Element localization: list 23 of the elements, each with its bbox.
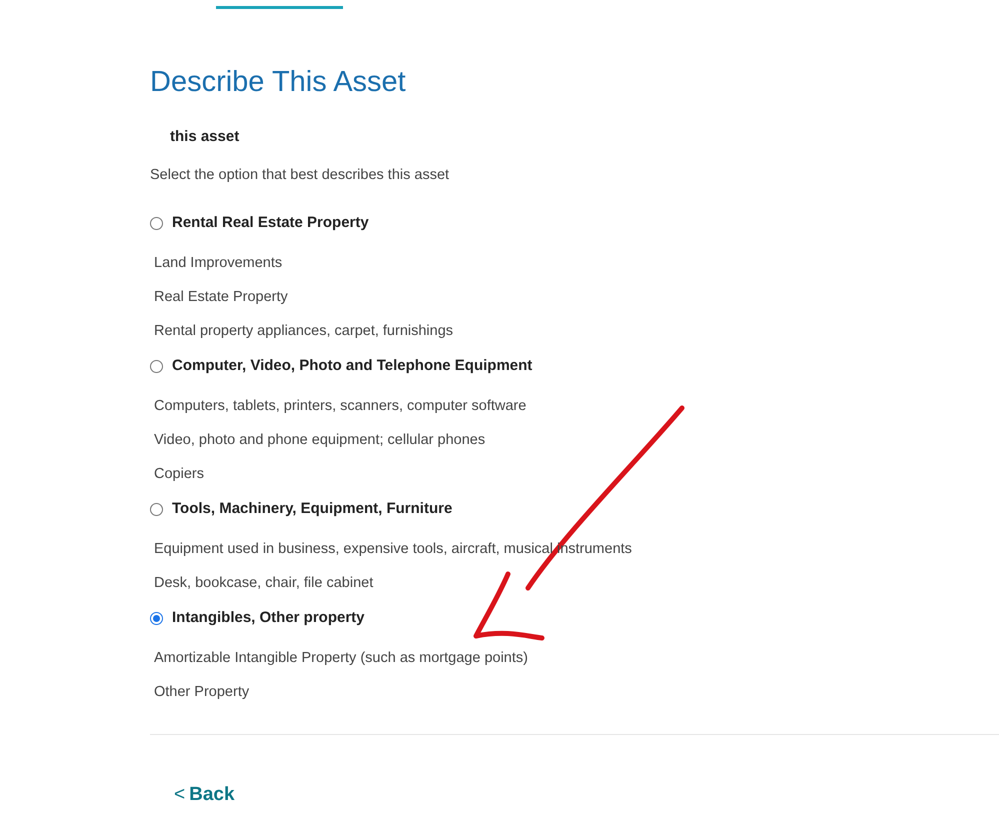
option-label[interactable]: Rental Real Estate Property xyxy=(172,212,369,234)
option-description: Real Estate Property xyxy=(154,288,288,308)
option-label[interactable]: Intangibles, Other property xyxy=(172,606,365,630)
option-description: Amortizable Intangible Property (such as mortgage points) xyxy=(154,649,528,668)
option-description: Computers, tablets, printers, scanners, computer software xyxy=(154,397,526,416)
back-button[interactable]: < Back xyxy=(174,781,235,810)
option-description: Land Improvements xyxy=(154,254,282,274)
option-description: Desk, bookcase, chair, file cabinet xyxy=(154,574,374,594)
option-label[interactable]: Tools, Machinery, Equipment, Furniture xyxy=(172,498,452,520)
option-description: Equipment used in business, expensive tools, aircraft, musical instruments xyxy=(154,540,632,560)
instruction-text: Select the option that best describes this asset xyxy=(150,166,450,185)
option-description: Copiers xyxy=(154,465,204,484)
option-label[interactable]: Computer, Video, Photo and Telephone Equipment xyxy=(172,354,532,378)
option-description: Video, photo and phone equipment; cellular phones xyxy=(154,431,486,450)
chevron-left-icon: < xyxy=(174,781,186,810)
option-description: Other Property xyxy=(154,683,250,702)
radio-button[interactable] xyxy=(150,216,163,230)
radio-button[interactable] xyxy=(150,360,163,372)
section-label: this asset xyxy=(170,127,240,147)
page-title: Describe This Asset xyxy=(150,65,406,100)
radio-button[interactable] xyxy=(150,502,163,516)
option-description: Rental property appliances, carpet, furnishings xyxy=(154,322,454,342)
radio-button[interactable] xyxy=(150,612,163,624)
